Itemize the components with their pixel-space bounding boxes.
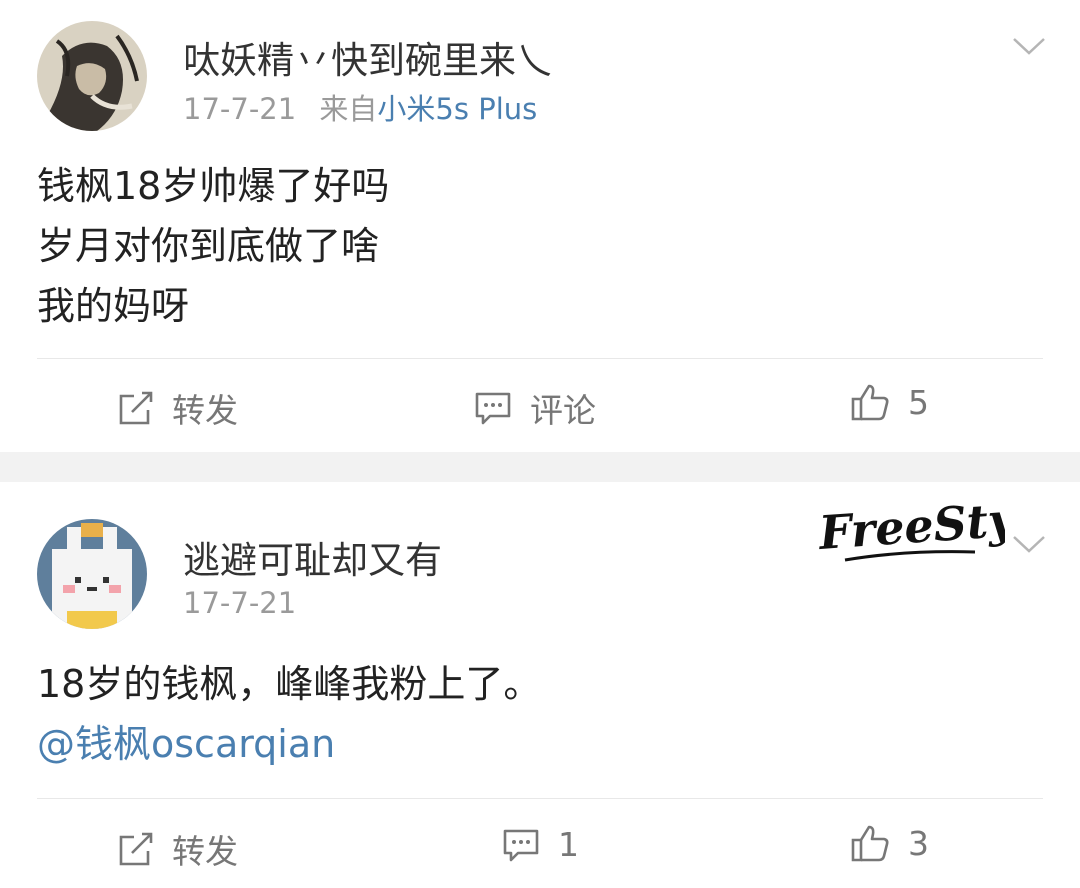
- repost-icon: [118, 390, 154, 426]
- card-separator: [0, 452, 1080, 482]
- thumbs-up-icon: [850, 382, 890, 422]
- body-line: 钱枫18岁帅爆了好吗: [37, 164, 390, 208]
- thumbs-up-icon: [850, 823, 890, 863]
- repost-label: 转发: [172, 832, 238, 871]
- post-date: 17-7-21: [183, 586, 297, 620]
- weibo-comment-card: 呔妖精丷快到碗里来乀 17-7-21 来自小米5s Plus 钱枫18岁帅爆了好…: [0, 0, 1080, 452]
- comment-button[interactable]: 评论: [474, 384, 596, 432]
- post-meta: 17-7-21: [183, 586, 296, 620]
- comment-count: 1: [558, 825, 579, 864]
- chevron-down-icon[interactable]: [1012, 534, 1046, 558]
- username[interactable]: 逃避可耻却又有: [183, 530, 442, 584]
- post-body: 钱枫18岁帅爆了好吗 岁月对你到底做了啥 我的妈呀: [37, 156, 389, 336]
- user-avatar[interactable]: [37, 21, 147, 131]
- chevron-down-icon[interactable]: [1012, 36, 1046, 60]
- repost-button[interactable]: 转发: [118, 825, 238, 873]
- source-device[interactable]: 小米5s Plus: [377, 92, 537, 126]
- comment-icon: [474, 390, 512, 426]
- divider: [37, 798, 1043, 799]
- like-button[interactable]: 5: [850, 382, 929, 422]
- comment-label: 评论: [530, 391, 596, 430]
- body-line: 我的妈呀: [37, 284, 190, 328]
- user-avatar[interactable]: [37, 519, 147, 629]
- body-line: 18岁的钱枫，峰峰我粉上了。: [37, 662, 542, 706]
- svg-text:FreeStyle: FreeStyle: [815, 489, 1005, 560]
- username[interactable]: 呔妖精丷快到碗里来乀: [183, 30, 553, 84]
- repost-button[interactable]: 转发: [118, 384, 238, 432]
- like-button[interactable]: 3: [850, 823, 929, 863]
- body-line: 岁月对你到底做了啥: [37, 224, 380, 268]
- repost-label: 转发: [172, 391, 238, 430]
- source-prefix: 来自: [319, 92, 378, 126]
- post-body: 18岁的钱枫，峰峰我粉上了。 @钱枫oscarqian: [37, 654, 541, 774]
- weibo-comment-card: 逃避可耻却又有 17-7-21 FreeStyle 18岁的钱枫，峰峰我粉上了。…: [0, 482, 1080, 888]
- comment-button[interactable]: 1: [502, 825, 579, 864]
- comment-icon: [502, 827, 540, 863]
- watermark-logo: FreeStyle: [815, 488, 1063, 572]
- post-date: 17-7-21: [183, 92, 297, 126]
- like-count: 5: [908, 382, 929, 422]
- like-count: 3: [908, 823, 929, 863]
- repost-icon: [118, 831, 154, 867]
- divider: [37, 358, 1043, 359]
- mention-link[interactable]: @钱枫oscarqian: [37, 714, 541, 774]
- post-meta: 17-7-21 来自小米5s Plus: [183, 86, 537, 128]
